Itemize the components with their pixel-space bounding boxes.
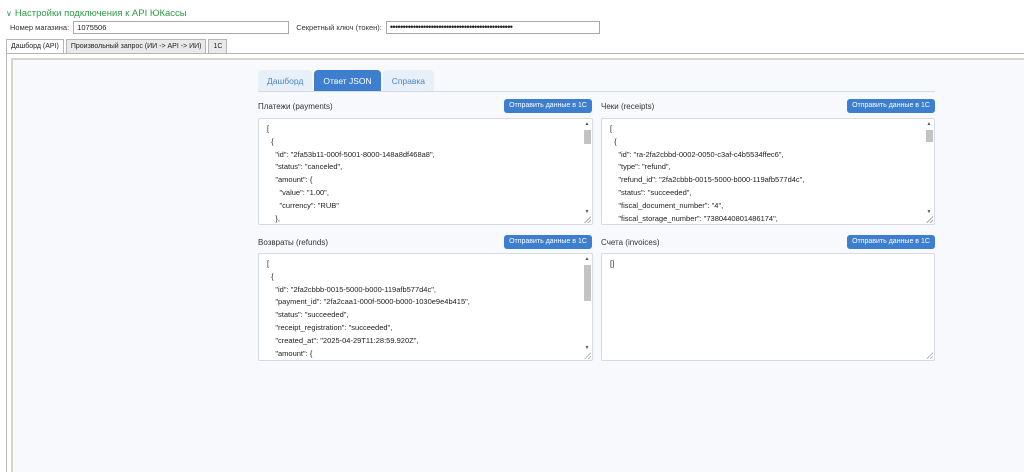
main-tabs: Дашборд (API) Произвольный запрос (ИИ ->… <box>6 39 229 54</box>
send-payments-to-1c-button[interactable]: Отправить данные в 1С <box>504 99 592 113</box>
payments-json-text: [ { "id": "2fa53b11-000f-5001-8000-148a8… <box>267 124 435 223</box>
scroll-down-icon[interactable]: ▼ <box>925 208 933 216</box>
scroll-up-icon[interactable]: ▲ <box>925 120 933 128</box>
tab-dashboard-api[interactable]: Дашборд (API) <box>6 39 64 54</box>
secret-key-input[interactable]: ••••••••••••••••••••••••••••••••••••••••… <box>385 20 600 34</box>
payments-scrollbar[interactable]: ▲ ▼ <box>583 120 591 223</box>
sub-tabs: Дашборд Ответ JSON Справка <box>258 70 436 92</box>
scroll-down-icon[interactable]: ▼ <box>583 208 591 216</box>
resize-handle-icon[interactable] <box>584 352 591 359</box>
subtab-dashboard[interactable]: Дашборд <box>258 70 313 92</box>
sub-tabs-divider <box>258 91 935 92</box>
subtab-help[interactable]: Справка <box>382 70 435 92</box>
receipts-json-text: [ { "id": "ra-2fa2cbbd-0002-0050-c3af-c4… <box>610 124 805 223</box>
invoices-json-text: [] <box>610 259 615 268</box>
invoices-json-textarea[interactable]: [] <box>601 253 935 361</box>
refunds-json-textarea[interactable]: [ { "id": "2fa2cbbb-0015-5000-b000-119af… <box>258 253 593 361</box>
connection-section-toggle[interactable]: ∨ Настройки подключения к API ЮКассы <box>6 8 187 19</box>
resize-handle-icon[interactable] <box>926 216 933 223</box>
connection-form: Номер магазина: 1075506 Секретный ключ (… <box>10 20 600 34</box>
resize-handle-icon[interactable] <box>584 216 591 223</box>
invoices-title: Счета (invoices) <box>601 238 660 247</box>
scroll-thumb[interactable] <box>926 130 933 142</box>
scroll-up-icon[interactable]: ▲ <box>583 120 591 128</box>
payments-json-textarea[interactable]: [ { "id": "2fa53b11-000f-5001-8000-148a8… <box>258 118 593 225</box>
payments-title: Платежи (payments) <box>258 102 333 111</box>
shop-id-input[interactable]: 1075506 <box>73 20 290 34</box>
refunds-json-text: [ { "id": "2fa2cbbb-0015-5000-b000-119af… <box>267 259 470 358</box>
tab-custom-request[interactable]: Произвольный запрос (ИИ -> API -> ИИ) <box>65 39 207 53</box>
refunds-title: Возвраты (refunds) <box>258 238 328 247</box>
scroll-up-icon[interactable]: ▲ <box>583 255 591 263</box>
receipts-title: Чеки (receipts) <box>601 102 655 111</box>
tab-1c[interactable]: 1С <box>208 39 228 53</box>
chevron-down-icon: ∨ <box>6 8 12 18</box>
scroll-thumb[interactable] <box>584 130 591 144</box>
secret-key-label: Секретный ключ (токен): <box>296 22 382 32</box>
send-refunds-to-1c-button[interactable]: Отправить данные в 1С <box>504 235 592 249</box>
scroll-down-icon[interactable]: ▼ <box>583 344 591 352</box>
send-receipts-to-1c-button[interactable]: Отправить данные в 1С <box>847 99 935 113</box>
receipts-scrollbar[interactable]: ▲ ▼ <box>925 120 933 223</box>
shop-id-label: Номер магазина: <box>10 22 70 32</box>
send-invoices-to-1c-button[interactable]: Отправить данные в 1С <box>847 235 935 249</box>
refunds-scrollbar[interactable]: ▲ ▼ <box>583 255 591 359</box>
resize-handle-icon[interactable] <box>926 352 933 359</box>
scroll-thumb[interactable] <box>584 265 591 301</box>
connection-section-title: Настройки подключения к API ЮКассы <box>14 8 187 19</box>
subtab-json-response[interactable]: Ответ JSON <box>314 70 381 92</box>
receipts-json-textarea[interactable]: [ { "id": "ra-2fa2cbbd-0002-0050-c3af-c4… <box>601 118 935 225</box>
